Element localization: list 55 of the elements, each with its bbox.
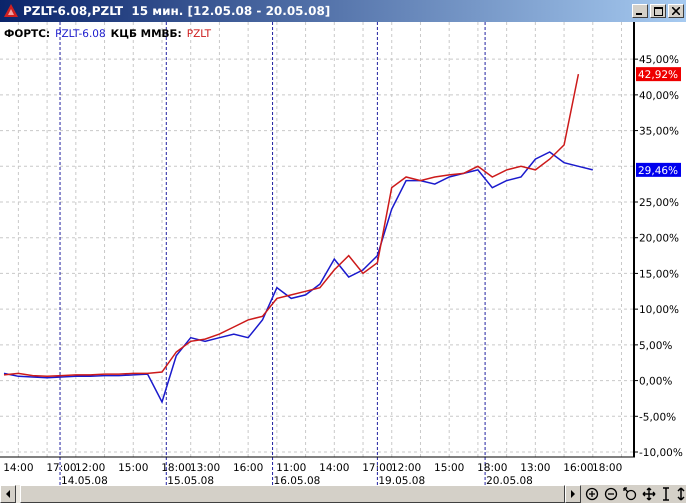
move-icon[interactable] (642, 487, 656, 501)
date-label: 20.05.08 (486, 475, 533, 485)
scroll-right-button[interactable] (565, 485, 581, 503)
y-axis-label: -10,00% (639, 447, 683, 459)
maximize-icon (654, 6, 662, 16)
y-axis-label: -5,00% (639, 411, 676, 424)
symbol-label: PZLT (186, 28, 212, 40)
x-axis-label: 14:00 (319, 462, 350, 474)
x-axis-label: 11:00 (276, 462, 306, 474)
x-axis-label: 12:00 (390, 462, 422, 474)
date-label: 15.05.08 (167, 475, 214, 485)
x-axis-label: 13:00 (520, 462, 550, 474)
last-value-badge: 42,92% (636, 67, 681, 82)
exchange-label: КЦБ ММВБ: (110, 28, 182, 40)
scroll-left-button[interactable] (0, 485, 16, 503)
x-axis-label: 15:00 (434, 462, 464, 474)
zoom-out-icon[interactable] (604, 487, 618, 501)
x-axis-label: 18:00 (592, 462, 622, 474)
y-axis-label: 0,00% (639, 376, 672, 388)
date-label: 16.05.08 (274, 475, 320, 485)
x-axis-label: 18:00 (477, 462, 508, 474)
x-axis-label: 16:00 (563, 462, 594, 474)
date-label: 14.05.08 (61, 475, 108, 485)
lasso-icon[interactable] (623, 487, 637, 501)
close-button[interactable] (668, 4, 684, 18)
y-axis-label: 25,00% (639, 197, 680, 209)
x-axis-label: 17:00 (362, 462, 393, 474)
text-cursor-icon[interactable] (661, 487, 671, 501)
x-axis-label: 15:00 (118, 462, 148, 474)
window-title: PZLT-6.08,PZLT 15 мин. [12.05.08 - 20.05.08] (23, 4, 332, 18)
y-axis-label: 15,00% (639, 268, 680, 280)
y-axis-label: 40,00% (639, 90, 680, 102)
date-label: 19.05.08 (378, 475, 426, 485)
minimize-button[interactable] (632, 4, 648, 18)
symbol-label: PZLT-6.08 (55, 28, 106, 40)
x-axis-label: 13:00 (190, 462, 220, 474)
zoom-in-icon[interactable] (585, 487, 599, 501)
exchange-label: ФОРТС: (4, 28, 50, 40)
x-axis-label: 16:00 (233, 462, 264, 474)
x-axis-label: 17:00 (46, 462, 77, 474)
right-arrow-icon (570, 490, 576, 498)
maximize-button[interactable] (650, 4, 666, 18)
last-value-badge: 29,46% (636, 162, 681, 177)
y-axis-label: 20,00% (639, 232, 680, 245)
close-icon (672, 7, 680, 15)
triangle-icon (3, 3, 19, 19)
y-axis-label: 5,00% (639, 340, 672, 352)
x-axis-label: 18:00 (161, 462, 192, 474)
x-axis-label: 14:00 (3, 462, 34, 474)
x-axis-label: 12:00 (75, 462, 106, 474)
left-arrow-icon (5, 490, 11, 498)
vertical-resize-icon[interactable] (676, 487, 686, 501)
y-axis-label: 45,00% (639, 54, 680, 66)
y-axis-label: 35,00% (639, 126, 680, 138)
y-axis-label: 10,00% (639, 304, 680, 316)
